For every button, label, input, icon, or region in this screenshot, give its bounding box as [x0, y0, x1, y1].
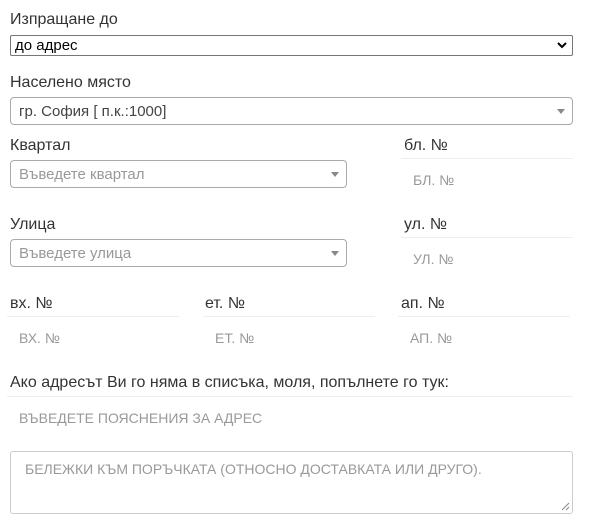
- entrance-input[interactable]: ВХ. №: [7, 316, 179, 360]
- address-note-input[interactable]: ВЪВЕДЕТЕ ПОЯСНЕНИЯ ЗА АДРЕС: [7, 396, 573, 440]
- resize-grip-icon[interactable]: [561, 502, 570, 511]
- street-placeholder: Въведете улица: [19, 245, 132, 262]
- street-no-input[interactable]: УЛ. №: [401, 237, 573, 281]
- city-label: Населено място: [10, 74, 131, 91]
- street-select[interactable]: Въведете улица: [10, 239, 347, 267]
- city-select[interactable]: гр. София [ п.к.:1000]: [10, 97, 573, 125]
- floor-label: ет. №: [205, 295, 245, 312]
- apartment-label: ап. №: [401, 295, 445, 312]
- address-note-placeholder: ВЪВЕДЕТЕ ПОЯСНЕНИЯ ЗА АДРЕС: [19, 410, 263, 426]
- street-label: Улица: [10, 216, 56, 233]
- apartment-placeholder: АП. №: [410, 330, 453, 346]
- shipping-label: Изпращане до: [10, 11, 118, 28]
- order-notes-textarea[interactable]: БЕЛЕЖКИ КЪМ ПОРЪЧКАТА (ОТНОСНО ДОСТАВКАТ…: [10, 451, 573, 514]
- shipping-selected-value: до адрес: [15, 37, 78, 54]
- city-selected-value: гр. София [ п.к.:1000]: [19, 103, 167, 120]
- floor-placeholder: ЕТ. №: [215, 330, 255, 346]
- address-note-label: Ако адресът Ви го няма в списъка, моля, …: [10, 374, 449, 391]
- street-no-label: ул. №: [404, 216, 448, 233]
- block-placeholder: БЛ. №: [413, 172, 455, 188]
- chevron-down-icon: [557, 42, 567, 49]
- district-label: Квартал: [10, 137, 71, 154]
- dropdown-arrow-icon: [331, 172, 339, 177]
- floor-input[interactable]: ЕТ. №: [203, 316, 375, 360]
- order-notes-placeholder: БЕЛЕЖКИ КЪМ ПОРЪЧКАТА (ОТНОСНО ДОСТАВКАТ…: [25, 461, 482, 477]
- district-select[interactable]: Въведете квартал: [10, 160, 347, 188]
- entrance-label: вх. №: [10, 295, 53, 312]
- apartment-input[interactable]: АП. №: [398, 316, 570, 360]
- block-label: бл. №: [404, 137, 448, 154]
- block-input[interactable]: БЛ. №: [401, 158, 573, 202]
- shipping-select[interactable]: до адрес: [10, 35, 573, 56]
- entrance-placeholder: ВХ. №: [19, 330, 60, 346]
- dropdown-arrow-icon: [331, 251, 339, 256]
- street-no-placeholder: УЛ. №: [413, 251, 454, 267]
- dropdown-arrow-icon: [557, 109, 565, 114]
- district-placeholder: Въведете квартал: [19, 166, 145, 183]
